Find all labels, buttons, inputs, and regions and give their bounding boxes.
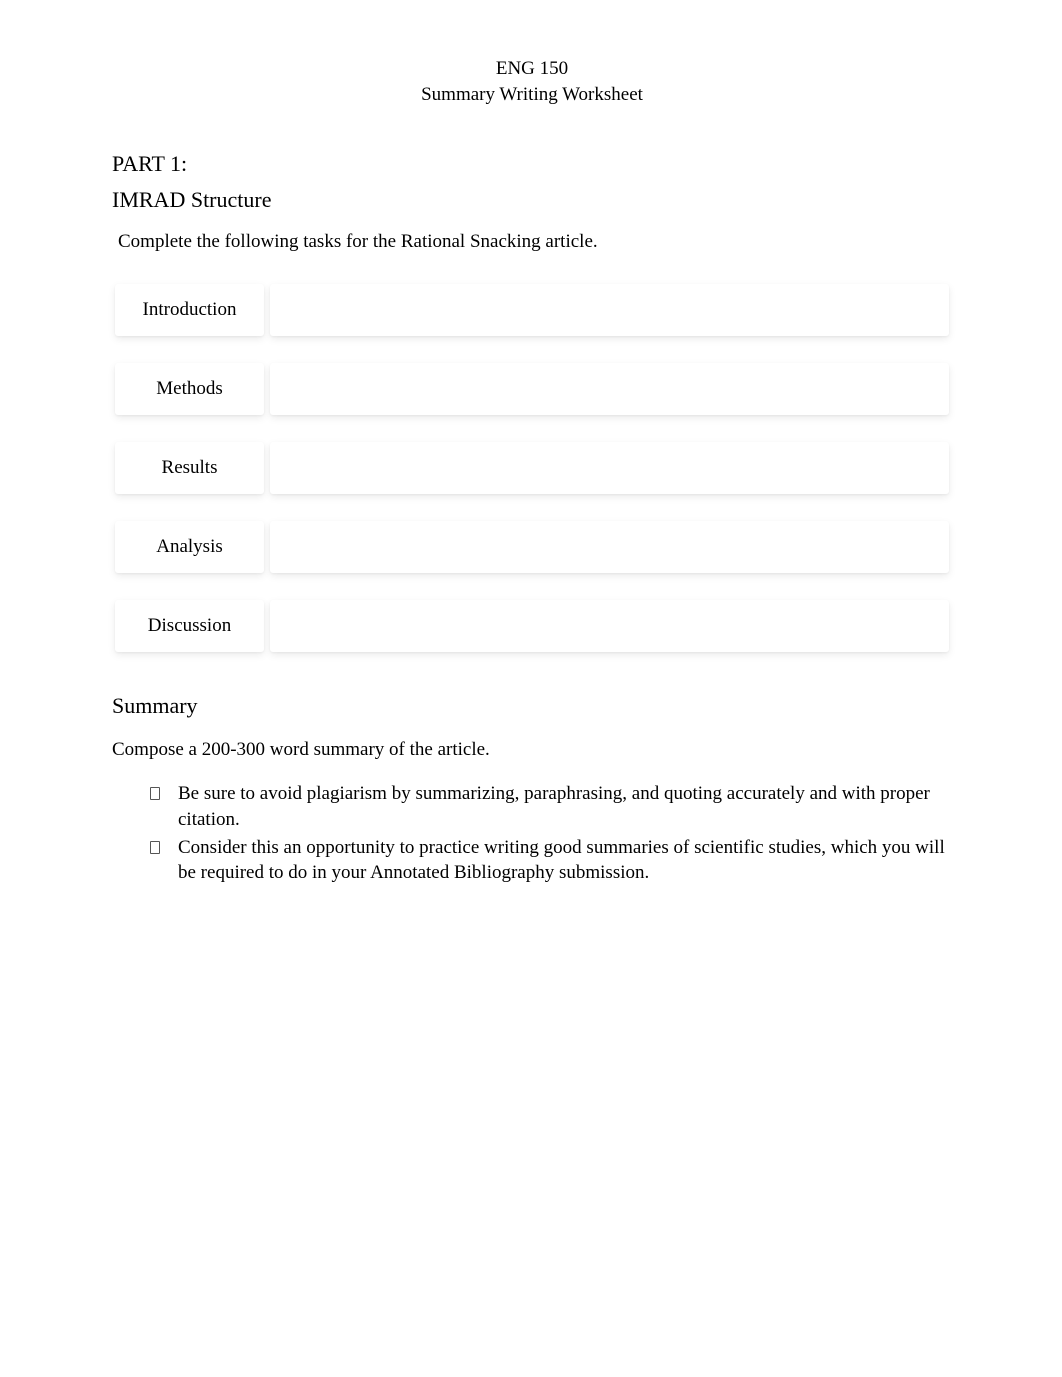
summary-heading: Summary	[112, 693, 952, 719]
row-content-methods[interactable]	[270, 363, 949, 415]
row-content-results[interactable]	[270, 442, 949, 494]
row-content-analysis[interactable]	[270, 521, 949, 573]
list-item: Consider this an opportunity to practice…	[150, 835, 952, 886]
table-row: Discussion	[112, 593, 952, 659]
document-title: Summary Writing Worksheet	[112, 82, 952, 108]
imrad-subheading: IMRAD Structure	[112, 187, 952, 213]
task-instruction: Complete the following tasks for the Rat…	[112, 231, 952, 253]
imrad-table: Introduction Methods Results Analysis Di…	[112, 277, 952, 659]
table-row: Methods	[112, 356, 952, 422]
row-label-discussion: Discussion	[115, 600, 264, 652]
list-item: Be sure to avoid plagiarism by summarizi…	[150, 781, 952, 832]
document-header: ENG 150 Summary Writing Worksheet	[112, 56, 952, 107]
course-code: ENG 150	[112, 56, 952, 82]
table-row: Results	[112, 435, 952, 501]
part1-heading: PART 1:	[112, 151, 952, 177]
table-row: Analysis	[112, 514, 952, 580]
row-content-introduction[interactable]	[270, 284, 949, 336]
row-label-analysis: Analysis	[115, 521, 264, 573]
row-label-results: Results	[115, 442, 264, 494]
row-label-introduction: Introduction	[115, 284, 264, 336]
table-row: Introduction	[112, 277, 952, 343]
row-label-methods: Methods	[115, 363, 264, 415]
row-content-discussion[interactable]	[270, 600, 949, 652]
summary-bullets: Be sure to avoid plagiarism by summarizi…	[112, 781, 952, 886]
summary-instruction: Compose a 200-300 word summary of the ar…	[112, 739, 952, 761]
